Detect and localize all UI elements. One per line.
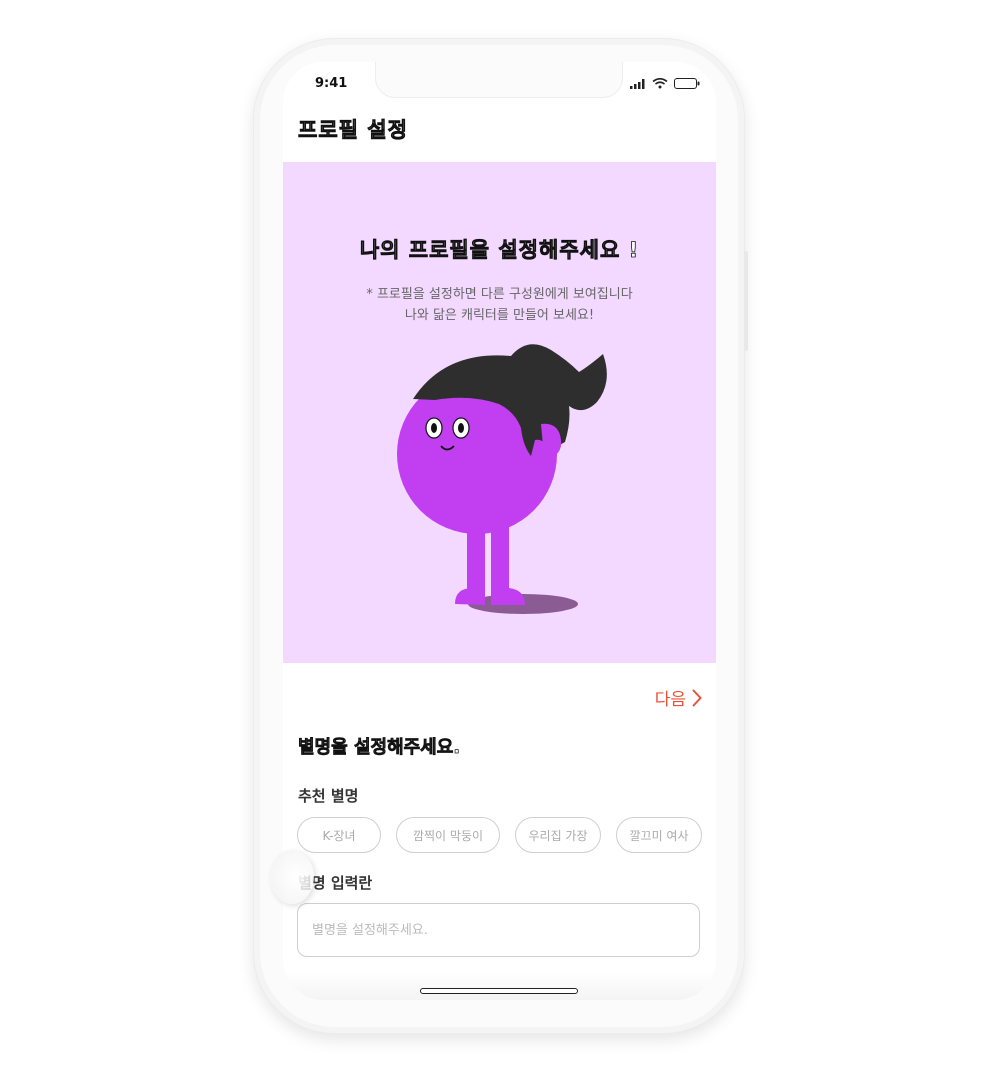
nickname-title: 별명을 설정해주세요. xyxy=(298,737,461,759)
page-title: 프로필 설정 xyxy=(298,118,408,143)
battery-icon xyxy=(674,78,700,89)
hero-subtitle: * 프로필을 설정하면 다른 구성원에게 보여집니다 나와 닮은 캐릭터를 만들… xyxy=(283,284,716,326)
hero-subtitle-line2: 나와 닮은 캐릭터를 만들어 보세요! xyxy=(404,308,595,323)
profile-hero: 나의 프로필을 설정해주세요 ! * 프로필을 설정하면 다른 구성원에게 보여… xyxy=(283,162,716,663)
status-time: 9:41 xyxy=(315,76,348,91)
touch-indicator xyxy=(270,850,314,904)
chip-recommend-3[interactable]: 우리집 가장 xyxy=(515,817,601,853)
hero-subtitle-line1: * 프로필을 설정하면 다른 구성원에게 보여집니다 xyxy=(366,287,633,302)
wifi-icon xyxy=(652,78,668,89)
signal-icon xyxy=(630,78,645,89)
hero-title: 나의 프로필을 설정해주세요 ! xyxy=(359,238,640,263)
chip-recommend-2[interactable]: 깜찍이 막둥이 xyxy=(396,817,500,853)
recommend-label: 추천 별명 xyxy=(298,787,359,805)
nickname-input[interactable] xyxy=(297,903,700,957)
character-illustration[interactable] xyxy=(383,342,623,642)
next-button-label: 다음 xyxy=(654,690,686,710)
notch xyxy=(375,62,623,98)
chip-recommend-4[interactable]: 깔끄미 여사 xyxy=(616,817,702,853)
home-indicator[interactable] xyxy=(420,988,578,994)
chip-recommend-1[interactable]: K-장녀 xyxy=(297,817,381,853)
next-button[interactable]: 다음 xyxy=(655,685,702,710)
bottom-area xyxy=(283,972,716,1000)
side-button xyxy=(744,251,748,351)
recommend-chips: K-장녀 깜찍이 막둥이 우리집 가장 깔끄미 여사 xyxy=(297,817,702,853)
status-icons xyxy=(630,78,700,89)
character-right-foot xyxy=(491,588,525,605)
character-left-foot xyxy=(455,588,485,605)
app-screen: 9:41 프로필 설정 나의 프로필을 설정해주세요 ! * 프로필을 설정하면… xyxy=(283,62,716,1000)
chevron-right-icon xyxy=(692,689,702,706)
